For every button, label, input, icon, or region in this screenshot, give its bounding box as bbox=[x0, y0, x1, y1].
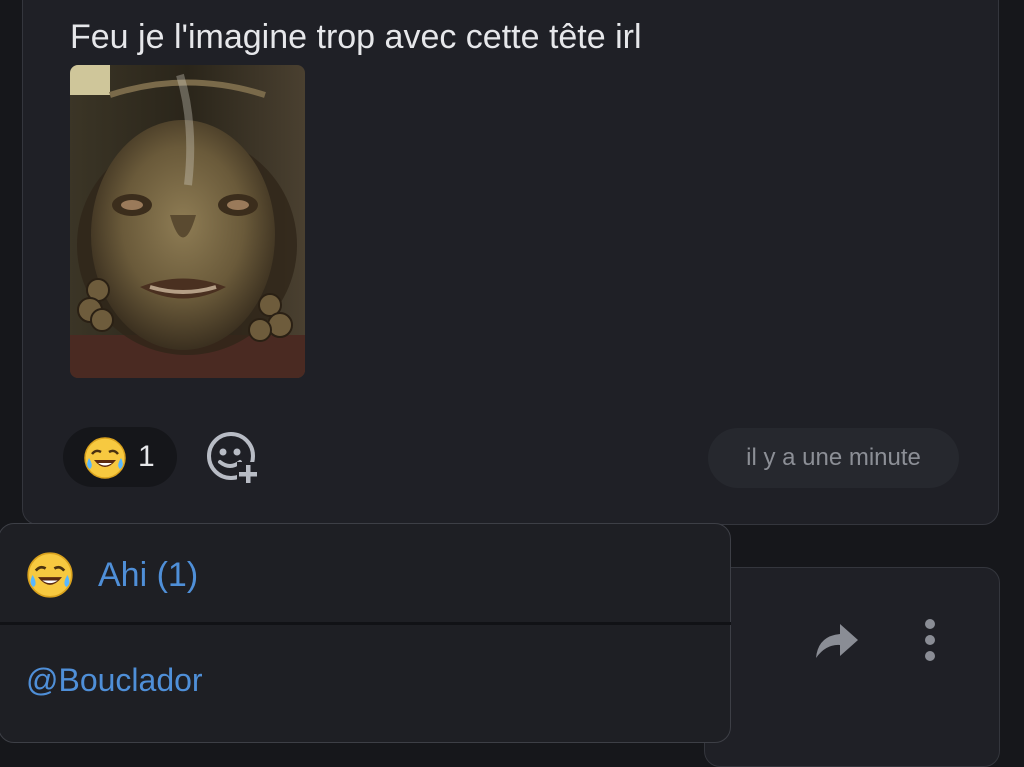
message-text: Feu je l'imagine trop avec cette tête ir… bbox=[70, 18, 642, 56]
more-options-icon[interactable] bbox=[914, 616, 946, 664]
add-reaction-icon[interactable] bbox=[205, 432, 261, 484]
reacting-user-link[interactable]: @Bouclador bbox=[26, 662, 203, 699]
divider bbox=[0, 622, 731, 625]
message-image[interactable] bbox=[70, 65, 305, 378]
reaction-count: 1 bbox=[138, 440, 155, 473]
message-timestamp: il y a une minute bbox=[708, 428, 959, 488]
reaction-popup-title: Ahi (1) bbox=[98, 556, 199, 594]
face-with-tears-of-joy-icon bbox=[26, 551, 74, 604]
share-icon[interactable] bbox=[812, 620, 860, 660]
face-mask-photo-icon bbox=[70, 65, 305, 378]
face-with-tears-of-joy-icon bbox=[83, 436, 127, 485]
reaction-chip[interactable] bbox=[63, 427, 177, 487]
next-message-card bbox=[704, 567, 1000, 767]
